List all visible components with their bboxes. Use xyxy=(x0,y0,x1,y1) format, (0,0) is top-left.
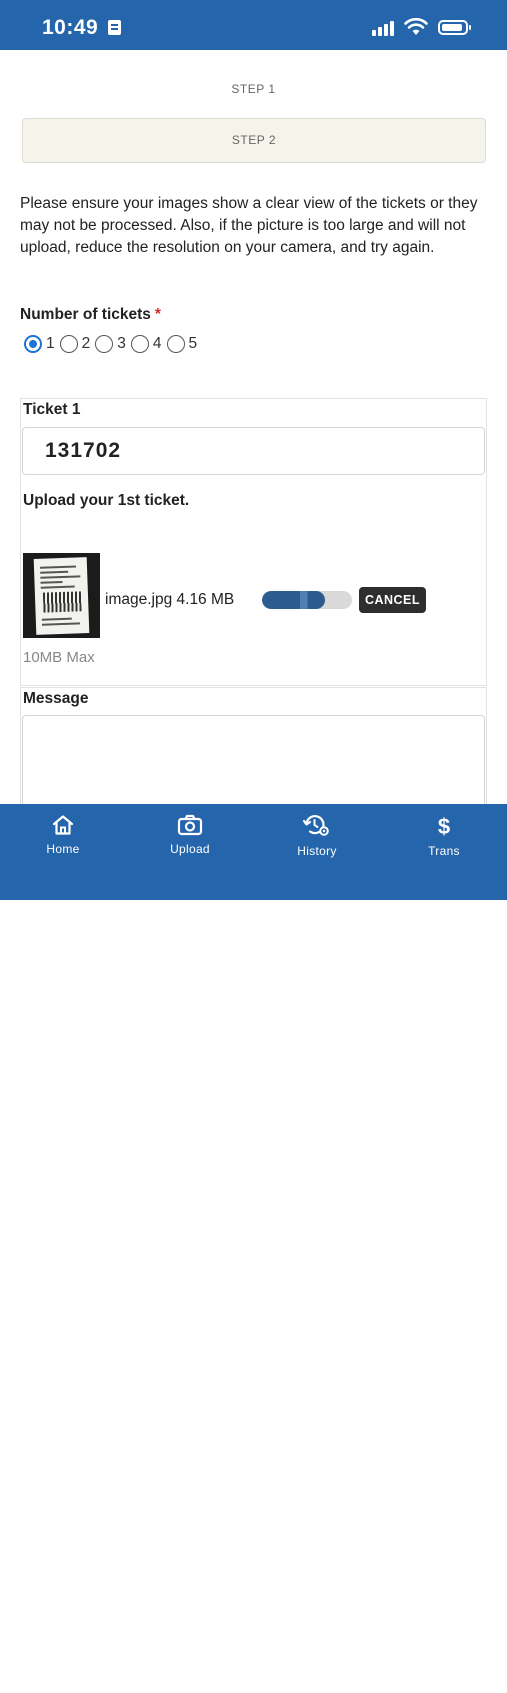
radio-option-5[interactable]: 5 xyxy=(166,335,197,353)
max-size-label: 10MB Max xyxy=(23,649,95,666)
home-indicator xyxy=(164,1688,344,1693)
svg-text:$: $ xyxy=(438,814,450,838)
tab-upload[interactable]: Upload xyxy=(145,814,235,856)
ticket-1-number-input[interactable]: 131702 xyxy=(22,427,485,475)
camera-icon xyxy=(177,814,203,836)
cancel-upload-button[interactable]: CANCEL xyxy=(359,587,426,613)
cellular-signal-icon xyxy=(372,20,400,36)
tab-home-label: Home xyxy=(46,842,80,856)
radio-button-4[interactable] xyxy=(130,335,149,353)
radio-option-2[interactable]: 2 xyxy=(59,335,90,353)
radio-option-4[interactable]: 4 xyxy=(130,335,162,353)
radio-option-3[interactable]: 3 xyxy=(95,335,126,353)
step-1-tab[interactable]: STEP 1 xyxy=(0,82,507,96)
id-card-icon xyxy=(108,20,121,35)
bottom-tab-bar: Home Upload History $ Trans xyxy=(0,804,507,1693)
tab-upload-label: Upload xyxy=(170,842,210,856)
radio-option-1[interactable]: 1 xyxy=(24,335,55,353)
number-of-tickets-label: Number of tickets * xyxy=(20,306,161,323)
wifi-icon xyxy=(404,18,428,35)
upload-progress-fill xyxy=(262,591,325,609)
home-icon xyxy=(52,815,74,835)
dollar-icon: $ xyxy=(438,814,450,838)
tab-trans-label: Trans xyxy=(428,844,460,858)
radio-button-1[interactable] xyxy=(24,335,42,353)
instructions-text: Please ensure your images show a clear v… xyxy=(20,195,478,256)
radio-button-5[interactable] xyxy=(166,335,185,353)
ticket-1-label: Ticket 1 xyxy=(23,401,81,418)
ticket-image-thumbnail[interactable] xyxy=(23,553,100,638)
status-bar: 10:49 xyxy=(0,0,507,50)
tab-history-label: History xyxy=(297,844,337,858)
message-label: Message xyxy=(23,690,89,707)
tab-history[interactable]: History xyxy=(272,814,362,858)
status-time: 10:49 xyxy=(42,16,99,39)
upload-ticket-label: Upload your 1st ticket. xyxy=(23,492,190,509)
radio-button-3[interactable] xyxy=(95,335,114,353)
history-icon xyxy=(302,815,329,836)
battery-icon xyxy=(438,20,471,35)
number-of-tickets-radio-group: 1 2 3 4 5 xyxy=(24,335,202,353)
step-2-tab[interactable]: STEP 2 xyxy=(22,118,486,163)
tab-trans[interactable]: $ Trans xyxy=(399,814,489,858)
tab-home[interactable]: Home xyxy=(18,814,108,856)
required-marker: * xyxy=(154,306,161,323)
file-name-size: image.jpg 4.16 MB xyxy=(105,591,235,608)
upload-progress-bar xyxy=(262,591,352,609)
radio-button-2[interactable] xyxy=(59,335,78,353)
